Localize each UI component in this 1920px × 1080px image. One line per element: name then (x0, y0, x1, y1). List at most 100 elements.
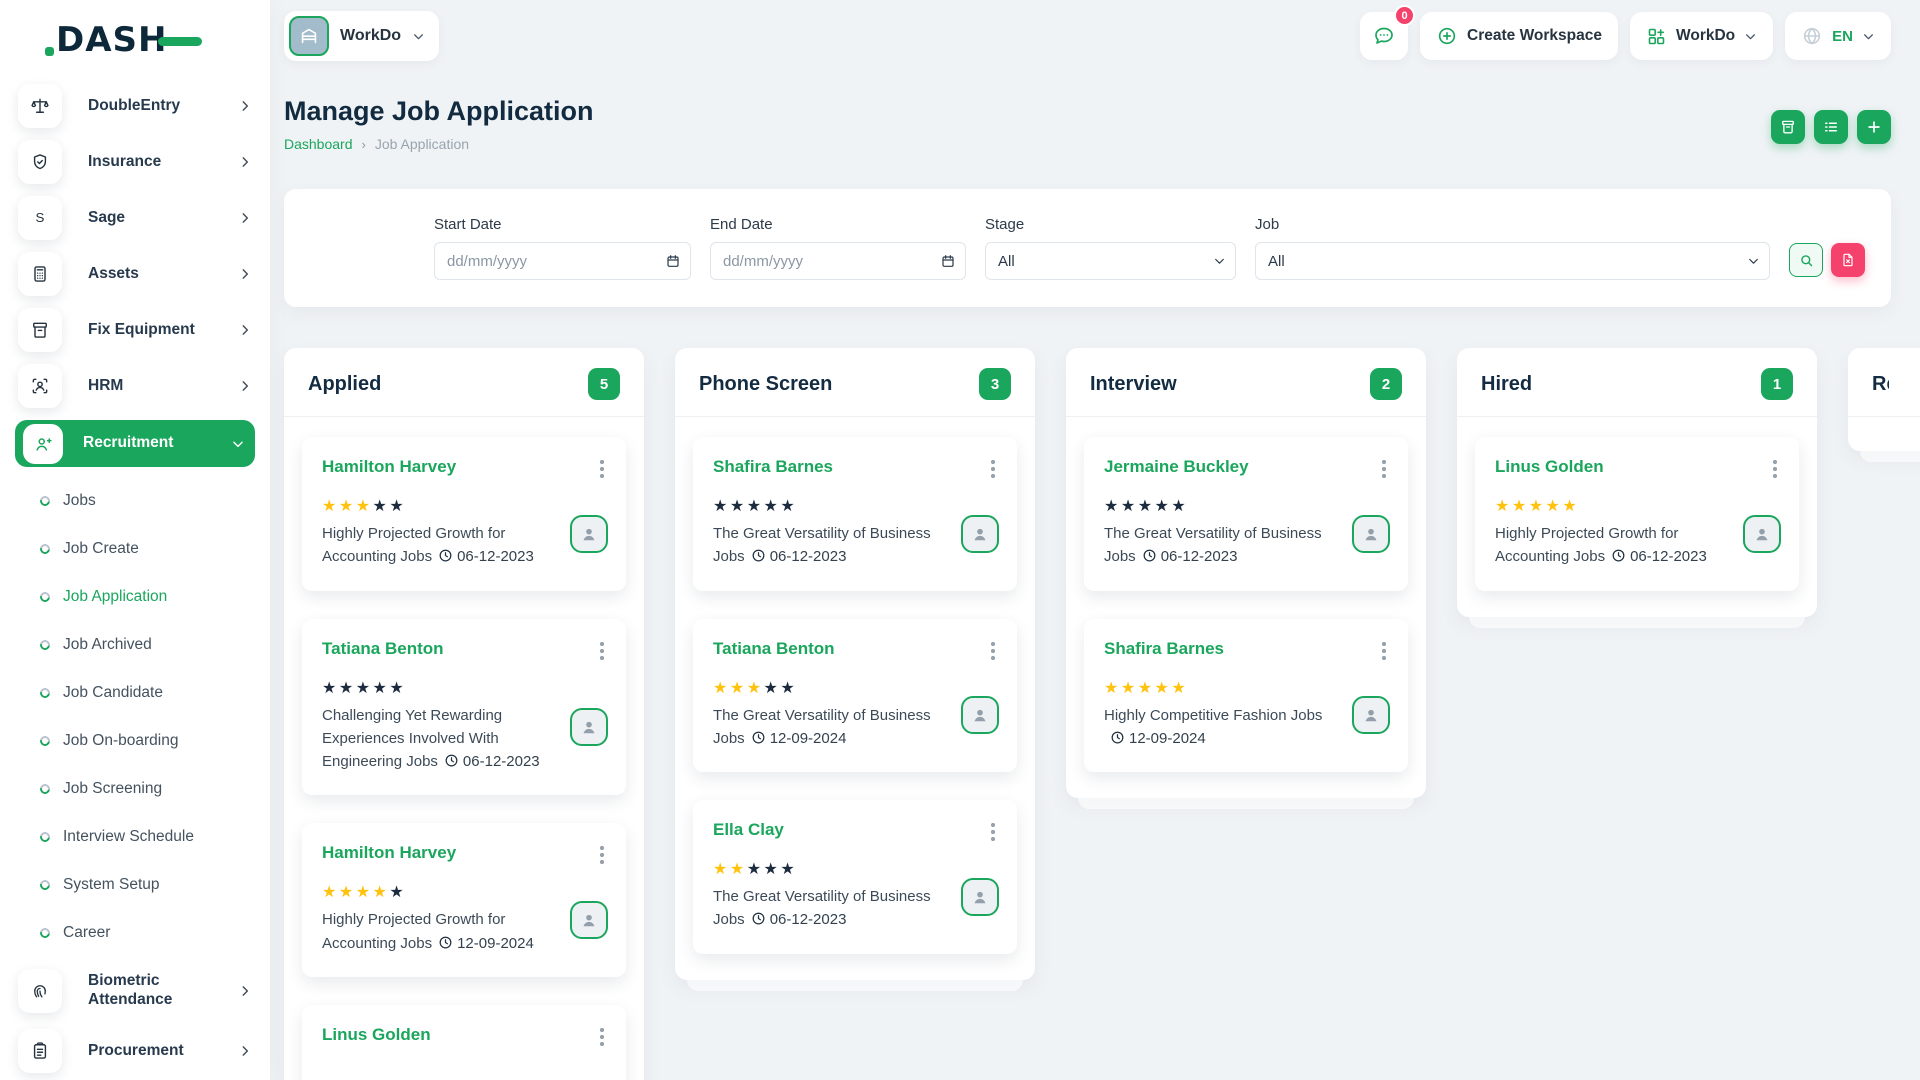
sidebar-subitem-interview-schedule[interactable]: Interview Schedule (0, 813, 270, 861)
recruitment-submenu: Jobs Job Create Job Application Job Arch… (0, 473, 270, 959)
column-title: Rejected (1872, 373, 1889, 396)
applicant-card[interactable]: Linus Golden ★★★★★ Highly Projected Grow… (1475, 437, 1799, 591)
start-date-field: Start Date (434, 216, 691, 280)
chevron-down-icon (1744, 30, 1757, 43)
card-menu-icon[interactable] (987, 639, 999, 663)
applicant-card[interactable]: Hamilton Harvey ★★★★★ Highly Projected G… (302, 437, 626, 591)
chevron-down-icon (412, 30, 425, 43)
star-rating: ★★★★★ (713, 681, 949, 697)
archive-button[interactable] (1771, 110, 1805, 144)
sidebar-item-assets[interactable]: Assets (0, 246, 270, 302)
plus-icon (1865, 118, 1883, 136)
messages-button[interactable]: 0 (1360, 12, 1408, 60)
card-menu-icon[interactable] (596, 639, 608, 663)
person-target-icon (18, 364, 62, 408)
sidebar-subitem-job-application[interactable]: Job Application (0, 573, 270, 621)
bullet-icon (38, 686, 52, 700)
job-field: Job All (1255, 216, 1770, 280)
applicant-card[interactable]: Tatiana Benton ★★★★★ Challenging Yet Rew… (302, 619, 626, 796)
card-menu-icon[interactable] (1378, 639, 1390, 663)
column-count-badge: 3 (979, 368, 1011, 400)
sidebar-item-biometric-attendance[interactable]: Biometric Attendance (0, 959, 270, 1023)
sidebar-subitem-career[interactable]: Career (0, 909, 270, 957)
applicant-name-link[interactable]: Jermaine Buckley (1104, 457, 1249, 477)
applicant-name-link[interactable]: Hamilton Harvey (322, 843, 456, 863)
kanban-column-interview: Interview 2 Jermaine Buckley ★★★★★ The G… (1066, 348, 1426, 798)
topbar-actions: 0 Create Workspace WorkDo EN (1360, 12, 1891, 60)
card-menu-icon[interactable] (596, 1025, 608, 1049)
applicant-name-link[interactable]: Hamilton Harvey (322, 457, 456, 477)
applicant-card[interactable]: Hamilton Harvey ★★★★★ Highly Projected G… (302, 823, 626, 977)
applicant-name-link[interactable]: Linus Golden (1495, 457, 1604, 477)
card-menu-icon[interactable] (1769, 457, 1781, 481)
star-rating: ★★★★★ (1495, 499, 1731, 515)
applied-date: 12-09-2024 (457, 935, 534, 952)
card-menu-icon[interactable] (596, 843, 608, 867)
applicant-card[interactable]: Linus Golden (302, 1005, 626, 1080)
stage-select[interactable]: All (985, 242, 1236, 280)
sidebar-subitem-jobs[interactable]: Jobs (0, 477, 270, 525)
filter-panel: Start Date End Date Stage All Job All (284, 189, 1891, 307)
sidebar-item-hrm[interactable]: HRM (0, 358, 270, 414)
sidebar-item-procurement[interactable]: Procurement (0, 1023, 270, 1079)
star-rating: ★★★★★ (322, 499, 558, 515)
reset-filter-button[interactable] (1831, 243, 1865, 277)
applicant-name-link[interactable]: Shafira Barnes (713, 457, 833, 477)
applicant-name-link[interactable]: Shafira Barnes (1104, 639, 1224, 659)
sidebar-subitem-job-onboarding[interactable]: Job On-boarding (0, 717, 270, 765)
card-menu-icon[interactable] (987, 457, 999, 481)
list-view-button[interactable] (1814, 110, 1848, 144)
sidebar-item-insurance[interactable]: Insurance (0, 134, 270, 190)
job-select[interactable]: All (1255, 242, 1770, 280)
job-label: Job (1255, 216, 1770, 233)
applicant-card[interactable]: Shafira Barnes ★★★★★ Highly Competitive … (1084, 619, 1408, 773)
workdo-menu-label: WorkDo (1676, 27, 1735, 45)
sidebar-subitem-system-setup[interactable]: System Setup (0, 861, 270, 909)
star-rating: ★★★★★ (1104, 499, 1340, 515)
workspace-switcher[interactable]: WorkDo (284, 11, 439, 61)
clipboard-icon (18, 1029, 62, 1073)
brand-logo[interactable]: DASH (56, 20, 196, 62)
start-date-input[interactable] (434, 242, 691, 280)
avatar (570, 708, 608, 746)
avatar (1743, 515, 1781, 553)
sidebar-subitem-job-create[interactable]: Job Create (0, 525, 270, 573)
applicant-name-link[interactable]: Linus Golden (322, 1025, 431, 1045)
applicant-card[interactable]: Tatiana Benton ★★★★★ The Great Versatili… (693, 619, 1017, 773)
sidebar-item-recruitment[interactable]: Recruitment (15, 420, 255, 467)
applicant-card[interactable]: Ella Clay ★★★★★ The Great Versatility of… (693, 800, 1017, 954)
card-menu-icon[interactable] (596, 457, 608, 481)
bullet-icon (38, 830, 52, 844)
logo-dash-bar (158, 37, 202, 46)
search-button[interactable] (1789, 243, 1823, 277)
sidebar-item-fix-equipment[interactable]: Fix Equipment (0, 302, 270, 358)
create-workspace-button[interactable]: Create Workspace (1420, 12, 1618, 60)
globe-icon (1801, 25, 1823, 47)
kanban-column-applied: Applied 5 Hamilton Harvey ★★★★★ Highly P… (284, 348, 644, 1080)
sidebar-subitem-job-candidate[interactable]: Job Candidate (0, 669, 270, 717)
applicant-name-link[interactable]: Tatiana Benton (713, 639, 835, 659)
applied-date: 12-09-2024 (770, 730, 847, 747)
chevron-right-icon (238, 267, 252, 281)
applicant-name-link[interactable]: Ella Clay (713, 820, 784, 840)
add-application-button[interactable] (1857, 110, 1891, 144)
language-selector[interactable]: EN (1785, 12, 1891, 60)
sidebar-item-label: Fix Equipment (88, 321, 208, 340)
main-area: WorkDo 0 Create Workspace WorkDo (270, 0, 1920, 1080)
sidebar-item-sage[interactable]: S Sage (0, 190, 270, 246)
applicant-card[interactable]: Shafira Barnes ★★★★★ The Great Versatili… (693, 437, 1017, 591)
applicant-card[interactable]: Jermaine Buckley ★★★★★ The Great Versati… (1084, 437, 1408, 591)
sidebar-subitem-job-screening[interactable]: Job Screening (0, 765, 270, 813)
card-menu-icon[interactable] (1378, 457, 1390, 481)
breadcrumb-dashboard-link[interactable]: Dashboard (284, 136, 353, 152)
messages-badge: 0 (1394, 5, 1415, 26)
sidebar-item-doubleentry[interactable]: DoubleEntry (0, 78, 270, 134)
sidebar-subitem-job-archived[interactable]: Job Archived (0, 621, 270, 669)
language-code: EN (1832, 28, 1853, 45)
card-menu-icon[interactable] (987, 820, 999, 844)
applicant-name-link[interactable]: Tatiana Benton (322, 639, 444, 659)
workdo-menu-button[interactable]: WorkDo (1630, 12, 1773, 60)
breadcrumb-separator-icon: › (362, 137, 366, 152)
end-date-input[interactable] (710, 242, 966, 280)
avatar (961, 696, 999, 734)
